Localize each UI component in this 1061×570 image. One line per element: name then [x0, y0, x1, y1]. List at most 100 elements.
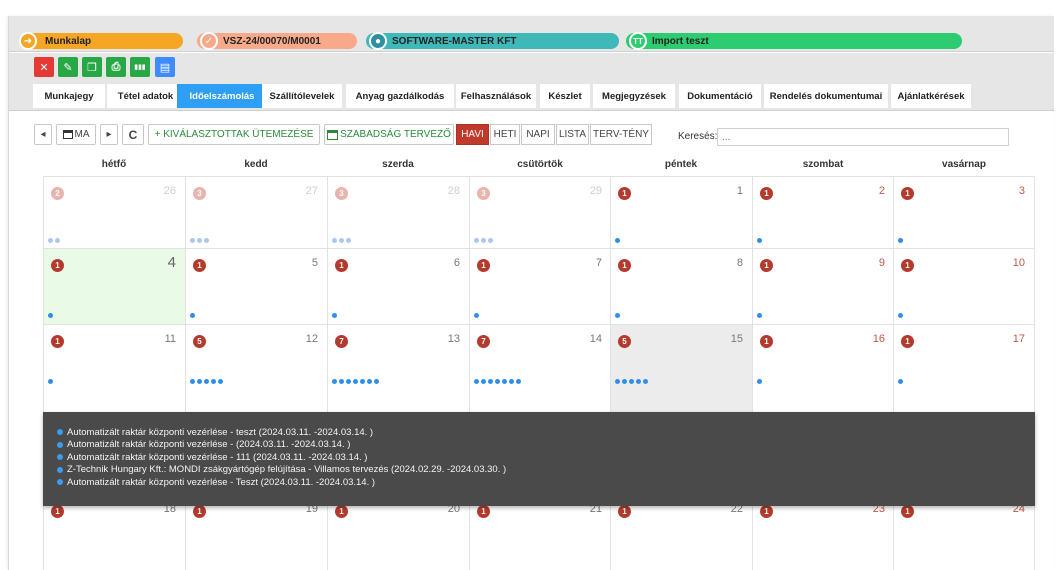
calendar-day-cell[interactable]: 1 16 — [752, 324, 895, 413]
calendar-day-cell[interactable]: 1 11 — [43, 324, 186, 413]
tab-2[interactable]: Tétel adatok — [107, 84, 184, 108]
view-havi-button[interactable]: HAVI — [456, 124, 489, 145]
event-dot[interactable] — [643, 379, 648, 384]
tab-4[interactable]: Szállítólevelek — [262, 84, 342, 108]
calendar-day-cell[interactable]: 19 — [752, 248, 895, 325]
tab-11[interactable]: Ajánlatkérések — [891, 84, 971, 108]
event-count-badge[interactable]: 1 — [477, 259, 490, 272]
calendar-day-cell[interactable]: 12 — [752, 176, 895, 250]
event-dot[interactable] — [622, 379, 627, 384]
event-dot[interactable] — [360, 379, 365, 384]
event-dot[interactable] — [374, 379, 379, 384]
tab-7[interactable]: Készlet — [540, 84, 590, 108]
save-button[interactable]: ▤ — [155, 57, 175, 77]
print-button[interactable]: ⎙ — [106, 57, 126, 77]
event-count-badge[interactable]: 1 — [760, 335, 773, 348]
event-count-badge[interactable]: 3 — [335, 187, 348, 200]
event-count-badge[interactable]: 1 — [618, 187, 631, 200]
barcode-button[interactable]: ▮▮▮ — [130, 57, 150, 77]
view-napi-button[interactable]: NAPI — [521, 124, 555, 145]
close-button[interactable]: ✕ — [34, 57, 54, 77]
event-count-badge[interactable]: 1 — [51, 259, 64, 272]
view-terv-tény-button[interactable]: TERV-TÉNY — [590, 124, 652, 145]
event-dot[interactable] — [332, 238, 337, 243]
event-dot[interactable] — [204, 238, 209, 243]
calendar-day-cell[interactable]: 7 13 — [327, 324, 470, 413]
event-dot[interactable] — [190, 313, 195, 318]
event-dot[interactable] — [353, 379, 358, 384]
view-lista-button[interactable]: LISTA — [556, 124, 589, 145]
event-dot[interactable] — [332, 379, 337, 384]
event-dot[interactable] — [339, 379, 344, 384]
event-dot[interactable] — [898, 379, 903, 384]
refresh-button[interactable]: C — [122, 124, 144, 145]
event-item[interactable]: Automatizált raktár központi vezérlése -… — [57, 476, 1035, 489]
event-count-badge[interactable]: 1 — [760, 259, 773, 272]
event-count-badge[interactable]: 1 — [618, 505, 631, 518]
event-dot[interactable] — [502, 379, 507, 384]
calendar-day-cell[interactable]: 3 29 — [469, 176, 612, 250]
event-dot[interactable] — [204, 379, 209, 384]
holiday-planner-button[interactable]: SZABADSÁG TERVEZŐ — [324, 124, 454, 145]
event-dot[interactable] — [757, 379, 762, 384]
event-dot[interactable] — [615, 313, 620, 318]
calendar-day-cell[interactable]: 7 14 — [469, 324, 612, 413]
event-count-badge[interactable]: 1 — [193, 259, 206, 272]
event-dot[interactable] — [757, 238, 762, 243]
event-dot[interactable] — [495, 379, 500, 384]
event-count-badge[interactable]: 1 — [193, 505, 206, 518]
event-dot[interactable] — [615, 238, 620, 243]
event-count-badge[interactable]: 1 — [335, 259, 348, 272]
tab-3[interactable]: Időelszámolás — [177, 84, 267, 108]
event-count-badge[interactable]: 7 — [335, 335, 348, 348]
event-count-badge[interactable]: 5 — [193, 335, 206, 348]
header-pill-4[interactable]: TT Import teszt — [626, 32, 962, 50]
event-count-badge[interactable]: 3 — [477, 187, 490, 200]
event-dot[interactable] — [211, 379, 216, 384]
tab-1[interactable]: Munkajegy — [33, 84, 105, 108]
copy-button[interactable]: ❐ — [82, 57, 102, 77]
view-heti-button[interactable]: HETI — [490, 124, 520, 145]
event-count-badge[interactable]: 3 — [193, 187, 206, 200]
event-dot[interactable] — [48, 313, 53, 318]
event-dot[interactable] — [346, 238, 351, 243]
tab-5[interactable]: Anyag gazdálkodás — [346, 84, 454, 108]
event-dot[interactable] — [218, 379, 223, 384]
event-dot[interactable] — [197, 238, 202, 243]
event-dot[interactable] — [898, 313, 903, 318]
calendar-day-cell[interactable]: 14 — [43, 248, 186, 325]
event-count-badge[interactable]: 1 — [901, 335, 914, 348]
calendar-day-cell[interactable]: 3 27 — [185, 176, 328, 250]
calendar-day-cell[interactable]: 5 15 — [610, 324, 753, 413]
event-item[interactable]: Automatizált raktár központi vezérlése -… — [57, 439, 1035, 452]
event-dot[interactable] — [474, 238, 479, 243]
event-dot[interactable] — [339, 238, 344, 243]
event-dot[interactable] — [197, 379, 202, 384]
event-dot[interactable] — [488, 379, 493, 384]
event-count-badge[interactable]: 5 — [618, 335, 631, 348]
schedule-selected-button[interactable]: + KIVÁLASZTOTTAK ÜTEMEZÉSE — [148, 124, 320, 145]
event-count-badge[interactable]: 1 — [901, 259, 914, 272]
calendar-day-cell[interactable]: 3 28 — [327, 176, 470, 250]
tab-9[interactable]: Dokumentáció — [679, 84, 761, 108]
calendar-day-cell[interactable]: 16 — [327, 248, 470, 325]
today-button[interactable]: MA — [56, 124, 96, 145]
calendar-day-cell[interactable]: 1 17 — [893, 324, 1035, 413]
event-count-badge[interactable]: 2 — [51, 187, 64, 200]
event-dot[interactable] — [474, 379, 479, 384]
event-dot[interactable] — [509, 379, 514, 384]
event-dot[interactable] — [615, 379, 620, 384]
header-pill-2[interactable]: ✓ VSZ-24/00070/M0001 — [197, 32, 357, 50]
event-dot[interactable] — [481, 238, 486, 243]
tab-8[interactable]: Megjegyzések — [593, 84, 675, 108]
event-count-badge[interactable]: 1 — [618, 259, 631, 272]
event-dot[interactable] — [488, 238, 493, 243]
event-count-badge[interactable]: 1 — [51, 505, 64, 518]
event-dot[interactable] — [481, 379, 486, 384]
event-item[interactable]: Automatizált raktár központi vezérlése -… — [57, 451, 1035, 464]
event-dot[interactable] — [367, 379, 372, 384]
event-count-badge[interactable]: 1 — [760, 505, 773, 518]
event-dot[interactable] — [346, 379, 351, 384]
event-dot[interactable] — [757, 313, 762, 318]
event-count-badge[interactable]: 7 — [477, 335, 490, 348]
